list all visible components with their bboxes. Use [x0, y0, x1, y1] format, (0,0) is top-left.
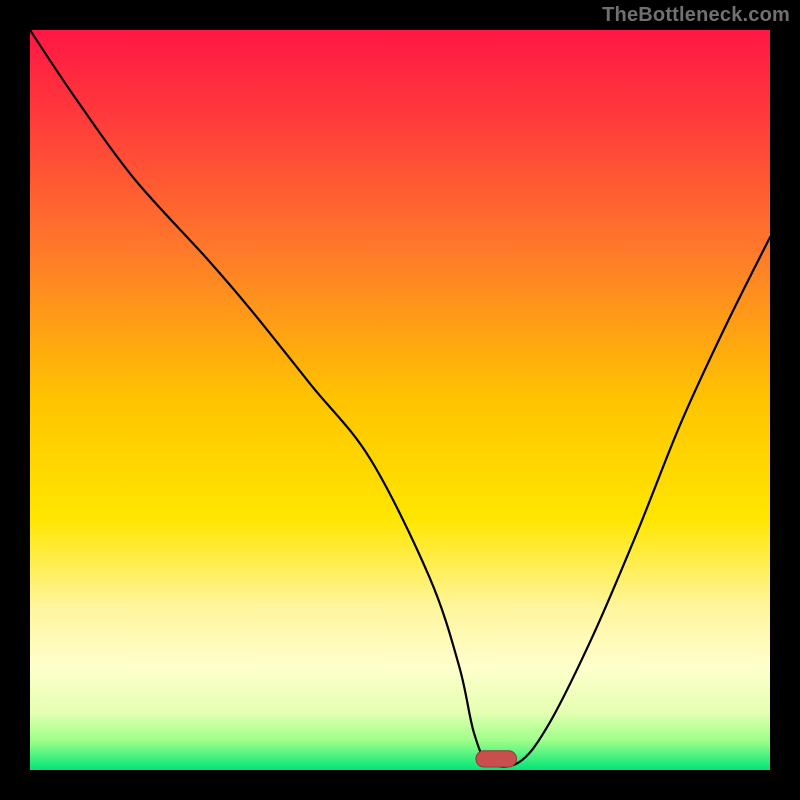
- plot-background: [30, 30, 770, 770]
- optimal-marker: [476, 751, 517, 767]
- watermark-text: TheBottleneck.com: [602, 4, 790, 27]
- bottleneck-chart: [0, 0, 800, 800]
- chart-frame: TheBottleneck.com: [0, 0, 800, 800]
